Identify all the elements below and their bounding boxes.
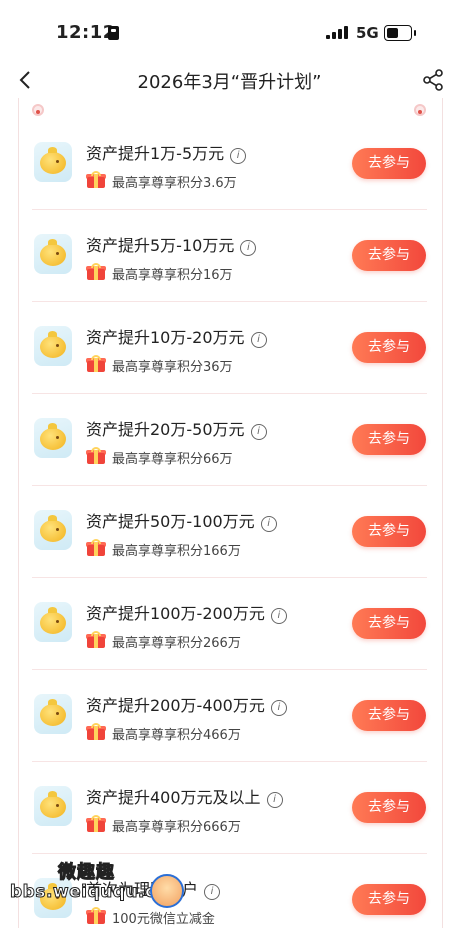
nav-bar: 2026年3月“晋升计划” <box>0 62 459 98</box>
piggy-bank-icon <box>34 786 72 826</box>
info-icon[interactable]: i <box>230 148 247 164</box>
tier-reward: 最高享尊享积分266万 <box>112 636 241 651</box>
watermark-url: bbs.weiququ.cn <box>9 882 169 903</box>
tier-title-text: 资产提升100万-200万元 <box>86 604 265 623</box>
tier-title-text: 资产提升50万-100万元 <box>86 512 255 531</box>
status-bar: 12:12 5G <box>0 0 459 62</box>
network-type: 5G <box>356 24 379 42</box>
watermark-text: 微趣趣 <box>58 862 115 884</box>
piggy-bank-icon <box>34 326 72 366</box>
tier-title-text: 资产提升200万-400万元 <box>86 696 265 715</box>
card-dot-right <box>414 104 426 116</box>
watermark: 微趣趣 bbs.weiququ.cn <box>0 852 240 920</box>
info-icon[interactable]: i <box>270 700 287 716</box>
tier-reward: 最高享尊享积分466万 <box>112 728 241 743</box>
signal-icon <box>326 26 348 39</box>
join-button[interactable]: 去参与 <box>352 884 426 915</box>
join-button[interactable]: 去参与 <box>352 424 426 455</box>
info-icon[interactable]: i <box>250 424 267 440</box>
share-icon[interactable] <box>421 68 445 92</box>
tier-row: 资产提升10万-20万元 i 最高享尊享积分36万 去参与 <box>32 302 427 394</box>
info-icon[interactable]: i <box>250 332 267 348</box>
join-button[interactable]: 去参与 <box>352 608 426 639</box>
tier-reward: 最高享尊享积分66万 <box>112 452 233 467</box>
info-icon[interactable]: i <box>270 608 287 624</box>
tier-reward: 最高享尊享积分166万 <box>112 544 241 559</box>
gift-icon <box>86 815 106 832</box>
tier-title: 资产提升5万-10万元 i <box>86 232 257 256</box>
tier-title-text: 资产提升5万-10万元 <box>86 236 235 255</box>
join-button[interactable]: 去参与 <box>352 240 426 271</box>
tier-title: 资产提升200万-400万元 i <box>86 692 287 716</box>
tier-title-text: 资产提升10万-20万元 <box>86 328 245 347</box>
join-button[interactable]: 去参与 <box>352 700 426 731</box>
tier-row: 资产提升400万元及以上 i 最高享尊享积分666万 去参与 <box>32 762 427 854</box>
join-button[interactable]: 去参与 <box>352 148 426 179</box>
piggy-bank-icon <box>34 510 72 550</box>
tier-list: 资产提升1万-5万元 i 最高享尊享积分3.6万 去参与 资产提升5万-10万元 i 最高享… <box>32 118 427 945</box>
piggy-bank-icon <box>34 694 72 734</box>
piggy-bank-icon <box>34 142 72 182</box>
gift-icon <box>86 355 106 372</box>
page-title: 2026年3月“晋升计划” <box>137 72 322 93</box>
join-button[interactable]: 去参与 <box>352 332 426 363</box>
tier-title: 资产提升50万-100万元 i <box>86 508 277 532</box>
gift-icon <box>86 723 106 740</box>
info-icon[interactable]: i <box>266 792 283 808</box>
tier-row: 资产提升20万-50万元 i 最高享尊享积分66万 去参与 <box>32 394 427 486</box>
gift-icon <box>86 171 106 188</box>
tier-title-text: 资产提升1万-5万元 <box>86 144 225 163</box>
tier-title: 资产提升400万元及以上 i <box>86 784 283 808</box>
tier-row: 资产提升50万-100万元 i 最高享尊享积分166万 去参与 <box>32 486 427 578</box>
tier-row: 资产提升200万-400万元 i 最高享尊享积分466万 去参与 <box>32 670 427 762</box>
join-button[interactable]: 去参与 <box>352 516 426 547</box>
tier-title: 资产提升20万-50万元 i <box>86 416 267 440</box>
gift-icon <box>86 539 106 556</box>
tier-title-text: 资产提升20万-50万元 <box>86 420 245 439</box>
tier-row: 资产提升5万-10万元 i 最高享尊享积分16万 去参与 <box>32 210 427 302</box>
tier-reward: 最高享尊享积分16万 <box>112 268 233 283</box>
join-button[interactable]: 去参与 <box>352 792 426 823</box>
gift-icon <box>86 631 106 648</box>
card-dot-left <box>32 104 44 116</box>
watermark-mascot-icon <box>150 874 184 908</box>
chevron-left-icon[interactable] <box>14 68 38 92</box>
tier-title: 资产提升10万-20万元 i <box>86 324 267 348</box>
piggy-bank-icon <box>34 234 72 274</box>
info-icon[interactable]: i <box>260 516 277 532</box>
tier-title: 资产提升1万-5万元 i <box>86 140 247 164</box>
sim-icon <box>108 26 119 40</box>
tier-reward: 最高享尊享积分3.6万 <box>112 176 237 191</box>
tier-reward: 最高享尊享积分666万 <box>112 820 241 835</box>
gift-icon <box>86 263 106 280</box>
tier-title-text: 资产提升400万元及以上 <box>86 788 261 807</box>
info-icon[interactable]: i <box>240 240 257 256</box>
tier-row: 资产提升1万-5万元 i 最高享尊享积分3.6万 去参与 <box>32 118 427 210</box>
piggy-bank-icon <box>34 418 72 458</box>
tier-title: 资产提升100万-200万元 i <box>86 600 287 624</box>
piggy-bank-icon <box>34 602 72 642</box>
tier-row: 资产提升100万-200万元 i 最高享尊享积分266万 去参与 <box>32 578 427 670</box>
status-time: 12:12 <box>56 22 116 43</box>
gift-icon <box>86 447 106 464</box>
tier-reward: 最高享尊享积分36万 <box>112 360 233 375</box>
battery-icon <box>384 25 416 41</box>
